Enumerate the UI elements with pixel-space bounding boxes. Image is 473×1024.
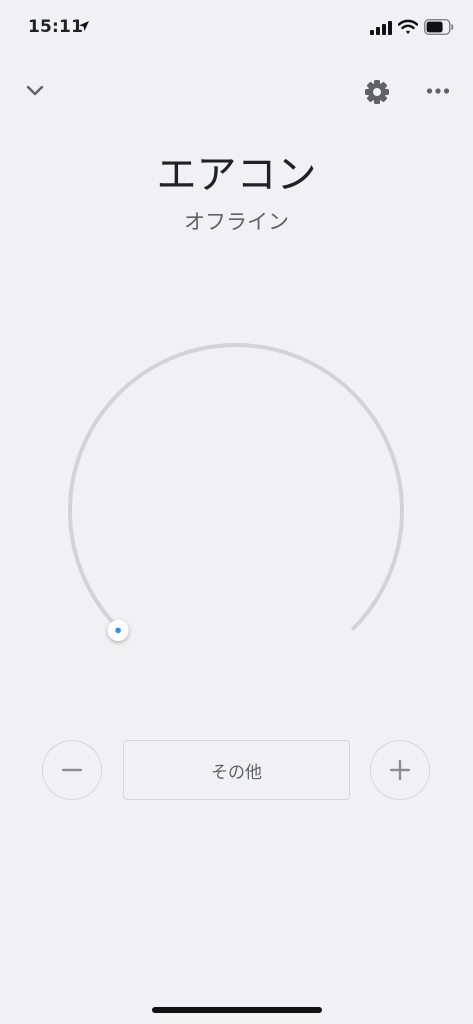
back-button[interactable] (20, 76, 50, 106)
settings-button[interactable] (360, 75, 394, 109)
device-name: エアコン (156, 152, 317, 198)
mode-button[interactable]: その他 (123, 740, 350, 800)
status-bar: 15:11 (0, 0, 473, 56)
chevron-down-icon (26, 85, 44, 96)
wifi-icon (398, 19, 418, 34)
status-time: 15:11 (28, 17, 84, 37)
location-arrow-icon (79, 21, 89, 31)
more-horizontal-icon (426, 88, 450, 94)
temperature-dial[interactable] (0, 300, 473, 680)
dial-track (68, 343, 404, 631)
signal-icon (370, 21, 392, 35)
dial-thumb[interactable] (107, 619, 129, 641)
decrease-button[interactable] (42, 740, 102, 800)
minus-icon (62, 768, 82, 772)
home-indicator[interactable] (152, 1007, 322, 1013)
control-row: その他 (0, 738, 473, 802)
more-options-button[interactable] (422, 78, 454, 104)
increase-button[interactable] (370, 740, 430, 800)
plus-icon (390, 760, 410, 780)
device-status: オフライン (184, 210, 289, 234)
dial-thumb-dot (115, 627, 121, 634)
gear-icon (365, 80, 389, 104)
battery-icon (424, 19, 454, 35)
